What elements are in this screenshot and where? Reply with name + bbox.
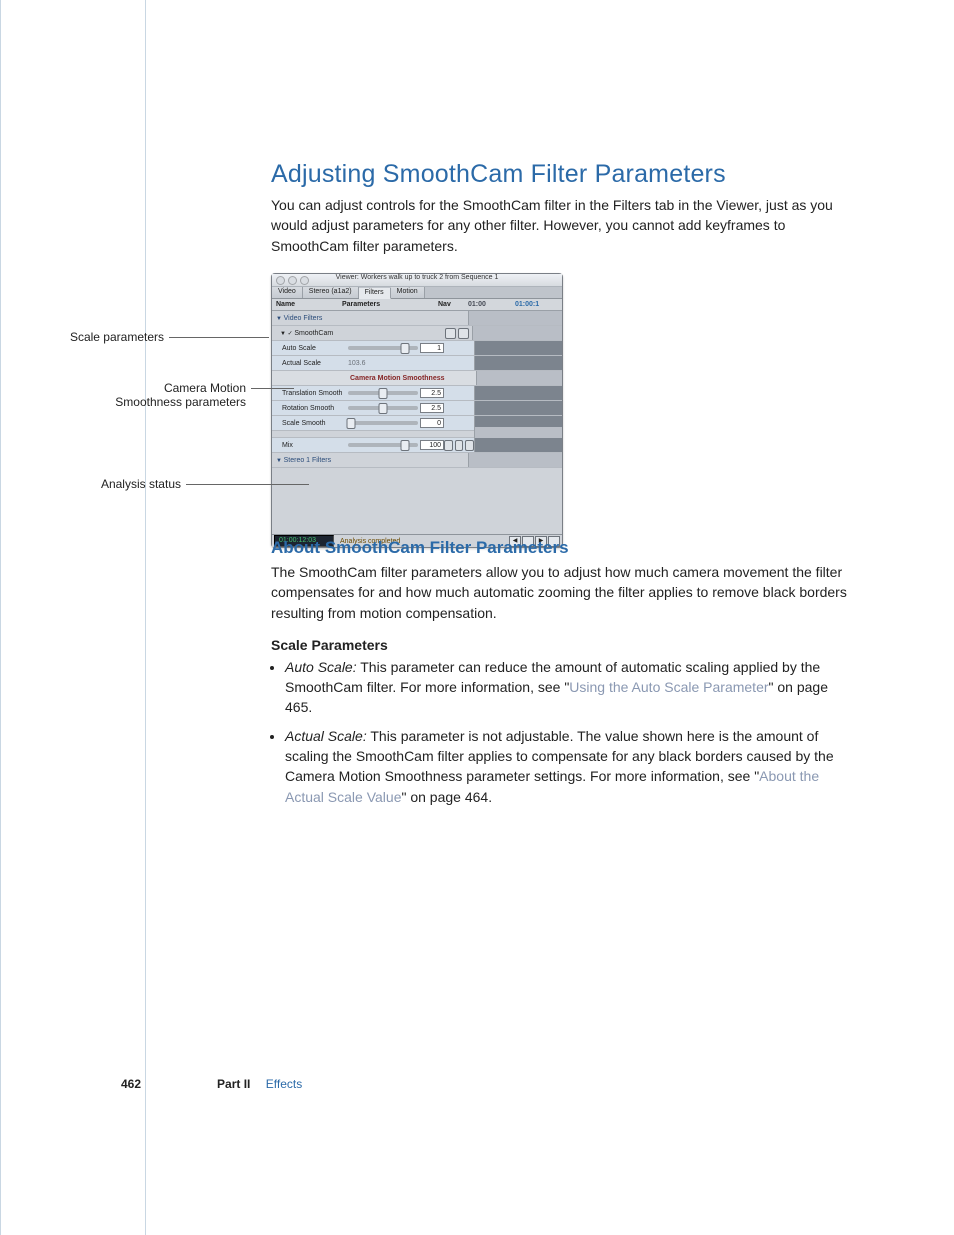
- window-close-icon[interactable]: [276, 276, 285, 285]
- column-headers: Name Parameters Nav 01:00 01:00:1: [272, 299, 562, 311]
- row-spacer: [272, 431, 562, 438]
- add-kf-icon[interactable]: [455, 440, 464, 451]
- footer-section: Effects: [266, 1077, 302, 1091]
- label-video-filters: Video Filters: [272, 315, 342, 322]
- viewer-title: Viewer: Workers walk up to truck 2 from …: [336, 274, 499, 281]
- prev-kf-icon[interactable]: [444, 440, 453, 451]
- term-auto-scale: Auto Scale:: [285, 659, 357, 675]
- row-translation-smooth: Translation Smooth 2.5: [272, 386, 562, 401]
- value-mix[interactable]: 100: [420, 440, 444, 450]
- label-smoothcam: SmoothCam: [272, 330, 346, 337]
- reset-icon[interactable]: [445, 328, 456, 339]
- callout-analysis: Analysis status: [81, 477, 181, 491]
- callout-scale: Scale parameters: [54, 330, 164, 344]
- link-auto-scale[interactable]: Using the Auto Scale Parameter: [569, 679, 768, 695]
- row-rotation-smooth: Rotation Smooth 2.5: [272, 401, 562, 416]
- col-nav: Nav: [438, 301, 468, 308]
- label-mix: Mix: [272, 442, 348, 449]
- slider-translation[interactable]: [348, 391, 418, 395]
- slider-mix[interactable]: [348, 443, 418, 447]
- heading-scale-parameters: Scale Parameters: [271, 637, 851, 653]
- row-stereo-filters[interactable]: Stereo 1 Filters: [272, 453, 562, 468]
- row-actual-scale: Actual Scale 103.6: [272, 356, 562, 371]
- value-auto-scale[interactable]: 1: [420, 343, 444, 353]
- value-actual-scale: 103.6: [348, 360, 366, 367]
- value-scale[interactable]: 0: [420, 418, 444, 428]
- label-stereo-filters: Stereo 1 Filters: [272, 457, 342, 464]
- window-zoom-icon[interactable]: [300, 276, 309, 285]
- value-rotation[interactable]: 2.5: [420, 403, 444, 413]
- col-name: Name: [272, 301, 342, 308]
- slider-auto-scale[interactable]: [348, 346, 418, 350]
- row-video-filters[interactable]: Video Filters: [272, 311, 562, 326]
- bullet-auto-scale: Auto Scale: This parameter can reduce th…: [285, 657, 851, 718]
- row-mix: Mix 100: [272, 438, 562, 453]
- ruler-t1: 01:00: [468, 301, 515, 308]
- tab-filters[interactable]: Filters: [359, 288, 391, 299]
- row-auto-scale: Auto Scale 1: [272, 341, 562, 356]
- about-paragraph: The SmoothCam filter parameters allow yo…: [271, 562, 851, 623]
- window-minimize-icon[interactable]: [288, 276, 297, 285]
- label-rotation-smooth: Rotation Smooth: [272, 405, 348, 412]
- next-kf-icon[interactable]: [465, 440, 474, 451]
- row-smoothcam[interactable]: SmoothCam: [272, 326, 562, 341]
- tab-motion[interactable]: Motion: [391, 287, 425, 298]
- viewer-tabs: Video Stereo (a1a2) Filters Motion: [272, 287, 562, 299]
- text-actual-scale-post: " on page 464.: [401, 789, 492, 805]
- heading-adjusting-smoothcam: Adjusting SmoothCam Filter Parameters: [271, 160, 851, 189]
- slider-scale[interactable]: [348, 421, 418, 425]
- label-auto-scale: Auto Scale: [272, 345, 348, 352]
- row-cms-heading: Camera Motion Smoothness: [272, 371, 562, 386]
- enable-icon[interactable]: [458, 328, 469, 339]
- intro-paragraph: You can adjust controls for the SmoothCa…: [271, 195, 851, 256]
- bullet-actual-scale: Actual Scale: This parameter is not adju…: [285, 726, 851, 807]
- slider-rotation[interactable]: [348, 406, 418, 410]
- col-parameters: Parameters: [342, 301, 438, 308]
- label-scale-smooth: Scale Smooth: [272, 420, 348, 427]
- callout-camera-motion: Camera MotionSmoothness parameters: [26, 381, 246, 410]
- tab-stereo[interactable]: Stereo (a1a2): [303, 287, 359, 298]
- heading-about-smoothcam: About SmoothCam Filter Parameters: [271, 538, 851, 558]
- value-translation[interactable]: 2.5: [420, 388, 444, 398]
- label-cms-heading: Camera Motion Smoothness: [348, 375, 446, 382]
- label-actual-scale: Actual Scale: [272, 360, 348, 367]
- tab-video[interactable]: Video: [272, 287, 303, 298]
- page-number: 462: [121, 1077, 141, 1091]
- label-translation-smooth: Translation Smooth: [272, 390, 348, 397]
- viewer-titlebar: Viewer: Workers walk up to truck 2 from …: [272, 274, 562, 287]
- term-actual-scale: Actual Scale:: [285, 728, 367, 744]
- viewer-window: Viewer: Workers walk up to truck 2 from …: [271, 273, 563, 548]
- page-footer: 462 Part II Effects: [121, 1077, 851, 1091]
- ruler-t2: 01:00:1: [515, 301, 562, 308]
- text-actual-scale-pre: This parameter is not adjustable. The va…: [285, 728, 834, 785]
- footer-part: Part II: [217, 1077, 250, 1091]
